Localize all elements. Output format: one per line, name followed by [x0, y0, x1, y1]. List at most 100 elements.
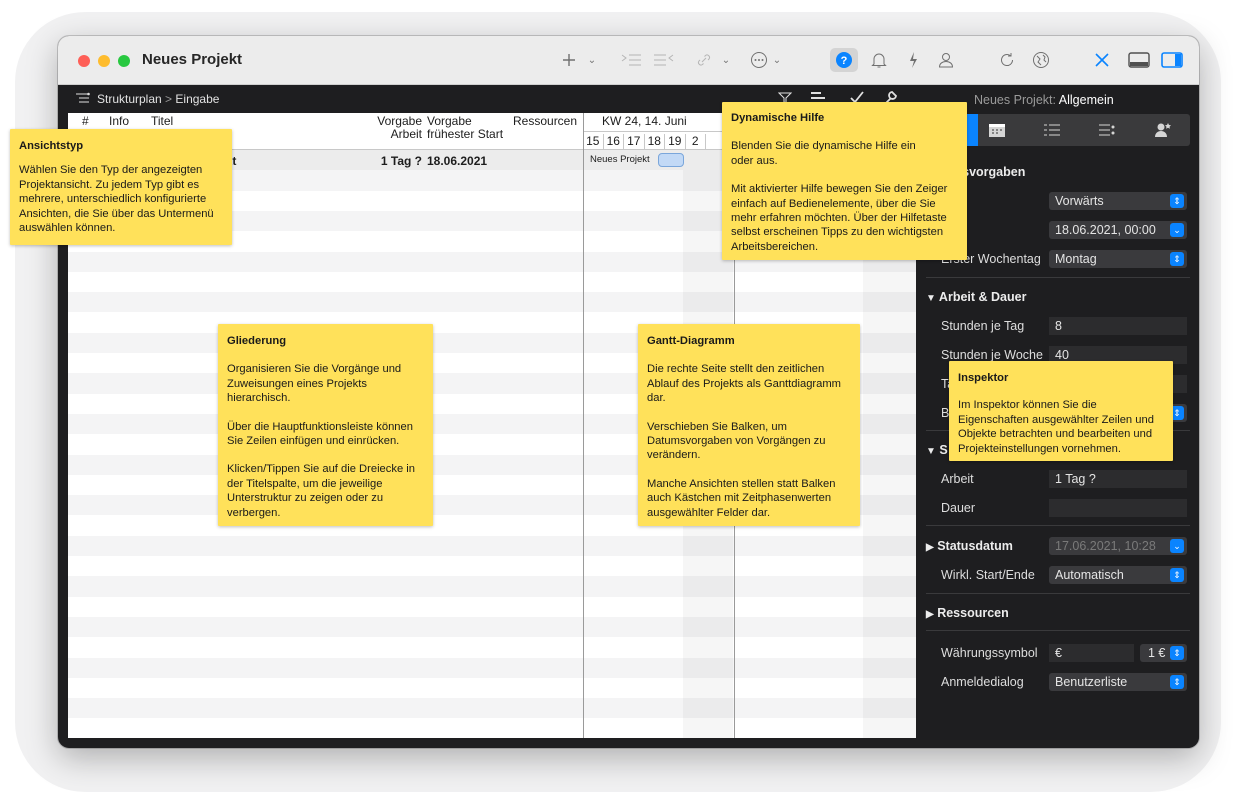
- table-row[interactable]: [68, 535, 916, 556]
- section-work-duration[interactable]: ▼ Arbeit & Dauer: [926, 290, 1026, 304]
- duration-field[interactable]: [1049, 499, 1187, 517]
- window-title: Neues Projekt: [142, 51, 243, 68]
- note-paragraph: Verschieben Sie Balken, um Datumsvorgabe…: [647, 420, 826, 462]
- outline-view-icon: [76, 92, 90, 103]
- person-button[interactable]: [935, 48, 957, 72]
- login-dialog-value: Benutzerliste: [1055, 675, 1128, 689]
- start-date-value: 18.06.2021, 00:00: [1055, 223, 1156, 237]
- breadcrumb-leaf[interactable]: Eingabe: [175, 92, 219, 106]
- indent-icon: [621, 54, 641, 66]
- add-row-button[interactable]: [558, 48, 580, 72]
- table-row[interactable]: [68, 576, 916, 597]
- col-info[interactable]: Info: [109, 115, 129, 128]
- divider: [926, 630, 1190, 631]
- person-star-icon: [1155, 123, 1171, 137]
- globe-button[interactable]: [1030, 48, 1052, 72]
- table-row[interactable]: [68, 292, 916, 313]
- toggle-inspector-button[interactable]: [1159, 48, 1185, 72]
- col-start[interactable]: Vorgabe frühester Start: [427, 115, 503, 141]
- gantt-day-label: 2: [686, 134, 706, 150]
- inspector-header-title: Allgemein: [1058, 93, 1114, 107]
- hours-per-day-label: Stunden je Tag: [941, 319, 1025, 333]
- link-button[interactable]: [693, 48, 715, 72]
- panel-bottom-icon: [1128, 52, 1150, 68]
- first-weekday-value: Montag: [1055, 252, 1097, 266]
- tab-columns[interactable]: [1098, 123, 1116, 140]
- note-title: Ansichtstyp: [19, 140, 84, 152]
- login-dialog-select[interactable]: Benutzerliste ⇕: [1049, 673, 1187, 691]
- dynamic-help-button[interactable]: ?: [830, 48, 858, 72]
- section-resources[interactable]: ▶ Ressourcen: [926, 606, 1009, 620]
- view-type-button[interactable]: [75, 92, 95, 106]
- table-row[interactable]: [68, 637, 916, 658]
- note-title: Inspektor: [958, 372, 1009, 384]
- planning-select[interactable]: Vorwärts ⇕: [1049, 192, 1187, 210]
- hours-per-day-field[interactable]: 8: [1049, 317, 1187, 335]
- work-field[interactable]: 1 Tag ?: [1049, 470, 1187, 488]
- row-work: 1 Tag ?: [380, 154, 422, 168]
- close-window-button[interactable]: [78, 55, 90, 67]
- table-row[interactable]: [68, 718, 916, 738]
- tools-button[interactable]: [1091, 48, 1113, 72]
- link-menu-button[interactable]: ⌄: [719, 48, 733, 72]
- note-body: Wählen Sie den Typ der angezeigten Proje…: [19, 164, 214, 235]
- first-weekday-select[interactable]: Montag ⇕: [1049, 250, 1187, 268]
- start-date-field[interactable]: 18.06.2021, 00:00 ⌄: [1049, 221, 1187, 239]
- minimize-window-button[interactable]: [98, 55, 110, 67]
- currency-field[interactable]: €: [1049, 644, 1134, 662]
- help-note-outline: Gliederung Organisieren Sie die Vorgänge…: [218, 324, 433, 526]
- disclosure-open-icon: ▼: [926, 446, 936, 457]
- divider: [926, 525, 1190, 526]
- col-work[interactable]: Vorgabe Arbeit: [368, 115, 422, 141]
- divider: [926, 593, 1190, 594]
- help-note-inspector: Inspektor Im Inspektor können Sie die Ei…: [949, 361, 1173, 461]
- table-row[interactable]: [68, 596, 916, 617]
- chevron-down-icon: ⌄: [721, 54, 731, 66]
- outdent-button[interactable]: [651, 48, 677, 72]
- tab-list[interactable]: [1043, 123, 1061, 140]
- disclosure-closed-icon: ▶: [926, 609, 934, 620]
- refresh-icon: [1001, 53, 1014, 67]
- toggle-bottom-panel-button[interactable]: [1126, 48, 1152, 72]
- section-status-label: Statusdatum: [937, 539, 1013, 553]
- table-row[interactable]: [68, 657, 916, 678]
- tab-calendar[interactable]: [988, 122, 1006, 141]
- actual-start-end-select[interactable]: Automatisch ⇕: [1049, 566, 1187, 584]
- breadcrumb-root[interactable]: Strukturplan: [97, 92, 162, 106]
- section-s[interactable]: ▼ S: [926, 443, 948, 457]
- tab-person[interactable]: [1154, 122, 1172, 141]
- updown-icon: ⇕: [1170, 646, 1184, 660]
- note-paragraph: Im Inspektor können Sie die Eigenschafte…: [958, 399, 1154, 455]
- col-title[interactable]: Titel: [151, 115, 173, 128]
- status-date-field[interactable]: 17.06.2021, 10:28 ⌄: [1049, 537, 1187, 555]
- table-row[interactable]: [68, 677, 916, 699]
- flash-button[interactable]: [904, 48, 922, 72]
- gantt-bar[interactable]: [658, 153, 684, 167]
- currency-select[interactable]: 1 € ⇕: [1140, 644, 1187, 662]
- table-row[interactable]: [68, 698, 916, 719]
- table-row[interactable]: [68, 271, 916, 293]
- link-icon: [698, 54, 710, 66]
- add-menu-button[interactable]: ⌄: [585, 48, 599, 72]
- section-status[interactable]: ▶ Statusdatum: [926, 539, 1013, 553]
- more-menu-button[interactable]: ⌄: [770, 48, 784, 72]
- list-icon: [1044, 124, 1060, 136]
- table-row[interactable]: [68, 616, 916, 638]
- work-label: Arbeit: [941, 472, 974, 486]
- divider-resources: [583, 113, 584, 738]
- hours-per-day-value: 8: [1055, 319, 1062, 333]
- more-button[interactable]: [748, 48, 770, 72]
- chevron-down-icon: ⌄: [587, 54, 597, 66]
- col-resources[interactable]: Ressourcen: [513, 115, 577, 128]
- indent-button[interactable]: [618, 48, 644, 72]
- notifications-button[interactable]: [868, 48, 890, 72]
- col-num[interactable]: #: [82, 115, 89, 128]
- panel-right-icon: [1161, 52, 1183, 68]
- actual-start-end-label: Wirkl. Start/Ende: [941, 568, 1035, 582]
- divider: [926, 277, 1190, 278]
- help-note-view-type: Ansichtstyp Wählen Sie den Typ der angez…: [10, 129, 232, 245]
- table-row[interactable]: [68, 556, 916, 577]
- login-dialog-label: Anmeldedialog: [941, 675, 1024, 689]
- zoom-window-button[interactable]: [118, 55, 130, 67]
- refresh-button[interactable]: [996, 48, 1018, 72]
